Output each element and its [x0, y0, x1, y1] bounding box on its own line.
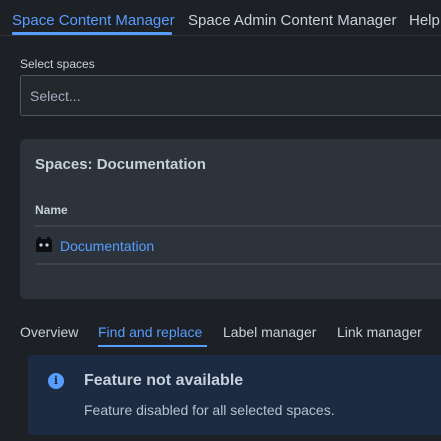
active-subtab-indicator — [98, 345, 207, 347]
tab-space-admin-content-manager[interactable]: Space Admin Content Manager — [188, 12, 396, 30]
select-spaces-dropdown[interactable]: Select... — [20, 75, 441, 116]
info-message: Feature disabled for all selected spaces… — [84, 402, 335, 418]
select-spaces-placeholder: Select... — [30, 88, 81, 104]
active-tab-indicator — [12, 32, 172, 35]
info-message-panel: i Feature not available Feature disabled… — [28, 355, 441, 435]
table-header-divider — [35, 225, 441, 227]
tab-help[interactable]: Help — [409, 12, 440, 30]
info-title: Feature not available — [84, 372, 244, 389]
tab-space-content-manager[interactable]: Space Content Manager — [12, 12, 175, 30]
space-avatar-icon — [36, 237, 52, 252]
feature-tabs: Overview Find and replace Label manager … — [0, 318, 441, 350]
spaces-card-title: Spaces: Documentation — [35, 156, 206, 173]
tab-label-manager[interactable]: Label manager — [223, 324, 316, 340]
spaces-card: Spaces: Documentation Name Documentation — [20, 139, 441, 299]
select-spaces-label: Select spaces — [20, 57, 95, 71]
space-link-documentation[interactable]: Documentation — [60, 238, 154, 254]
tab-find-and-replace[interactable]: Find and replace — [98, 324, 202, 340]
info-icon: i — [48, 373, 64, 389]
table-row: Documentation — [35, 235, 335, 257]
tab-overview[interactable]: Overview — [20, 324, 78, 340]
top-nav-tabs: Space Content Manager Space Admin Conten… — [0, 0, 441, 36]
tab-link-manager[interactable]: Link manager — [337, 324, 422, 340]
column-header-name: Name — [35, 203, 68, 217]
table-row-divider — [35, 263, 441, 265]
